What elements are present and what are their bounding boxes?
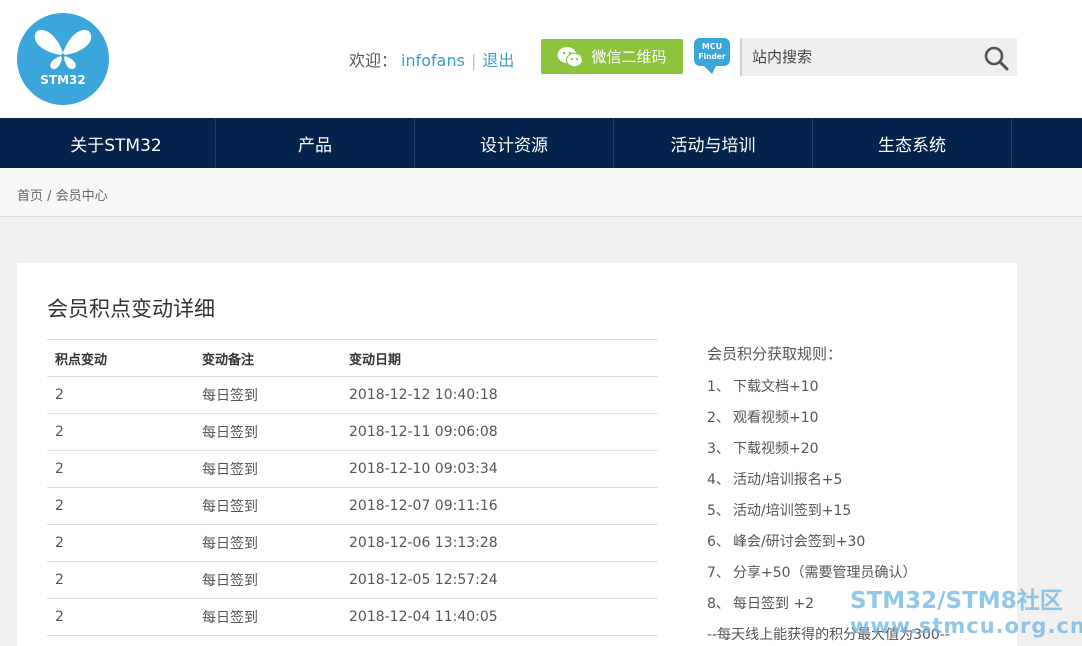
cell-note: 每日签到 (194, 598, 341, 636)
search-input[interactable] (752, 46, 972, 68)
table-row: 2 每日签到 2018-12-10 09:03:34 (47, 450, 658, 488)
wechat-button-label: 微信二维码 (591, 48, 667, 66)
stm32-logo[interactable]: STM32 (17, 13, 109, 105)
nav-item-design-resources[interactable]: 设计资源 (415, 118, 614, 168)
rule-item: 3、 下载视频+20 (707, 434, 950, 465)
table-row: 2 每日签到 2018-12-12 10:40:18 (47, 376, 658, 414)
points-table: 积点变动 变动备注 变动日期 2 每日签到 2018-12-12 10:40:1… (47, 339, 658, 636)
cell-points: 2 (47, 524, 194, 562)
cell-date: 2018-12-10 09:03:34 (341, 450, 658, 488)
separator: | (470, 51, 477, 70)
cell-date: 2018-12-04 11:40:05 (341, 598, 658, 636)
column-header-date: 变动日期 (341, 339, 658, 377)
cell-note: 每日签到 (194, 487, 341, 525)
rule-text: 活动/培训报名+5 (733, 472, 843, 488)
cell-points: 2 (47, 598, 194, 636)
rule-number: 4、 (707, 472, 730, 488)
cell-note: 每日签到 (194, 524, 341, 562)
rule-number: 5、 (707, 503, 730, 519)
wechat-icon (557, 46, 584, 67)
table-row: 2 每日签到 2018-12-05 12:57:24 (47, 561, 658, 599)
rule-item: 7、 分享+50（需要管理员确认） (707, 558, 950, 589)
logo-text: STM32 (40, 73, 86, 87)
rule-number: 3、 (707, 441, 730, 457)
search-box (740, 38, 1017, 76)
welcome-area: 欢迎： infofans | 退出 (349, 47, 514, 71)
mcu-finder-line2: Finder (698, 52, 725, 61)
cell-date: 2018-12-07 09:11:16 (341, 487, 658, 525)
column-header-points: 积点变动 (47, 339, 194, 377)
cell-points: 2 (47, 450, 194, 488)
rule-number: 8、 (707, 596, 730, 612)
cell-date: 2018-12-11 09:06:08 (341, 413, 658, 451)
cell-date: 2018-12-12 10:40:18 (341, 376, 658, 414)
table-row: 2 每日签到 2018-12-07 09:11:16 (47, 487, 658, 525)
mcu-finder-icon: MCU Finder (694, 38, 730, 74)
cell-date: 2018-12-05 12:57:24 (341, 561, 658, 599)
rule-text: 下载视频+20 (733, 441, 819, 457)
cell-date: 2018-12-06 13:13:28 (341, 524, 658, 562)
site-watermark: STM32/STM8社区 www.stmcu.org.cn (850, 588, 1082, 638)
rules-title: 会员积分获取规则： (707, 345, 843, 363)
username-link[interactable]: infofans (401, 51, 465, 70)
mcu-finder-link[interactable]: MCU Finder (694, 38, 730, 74)
rule-number: 2、 (707, 410, 730, 426)
welcome-label: 欢迎： (349, 51, 398, 70)
cell-note: 每日签到 (194, 450, 341, 488)
rule-number: 7、 (707, 565, 730, 581)
rule-number: 1、 (707, 379, 730, 395)
breadcrumb: 首页 / 会员中心 (17, 189, 108, 204)
nav-item-products[interactable]: 产品 (216, 118, 415, 168)
rule-item: 6、 峰会/研讨会签到+30 (707, 527, 950, 558)
watermark-line2: www.stmcu.org.cn (850, 614, 1082, 638)
nav-item-ecosystem[interactable]: 生态系统 (813, 118, 1012, 168)
rule-text: 分享+50（需要管理员确认） (733, 565, 917, 581)
table-header-row: 积点变动 变动备注 变动日期 (47, 339, 658, 377)
main-nav: 关于STM32 产品 设计资源 活动与培训 生态系统 (0, 118, 1082, 168)
column-header-note: 变动备注 (194, 339, 341, 377)
rule-item: 1、 下载文档+10 (707, 372, 950, 403)
cell-points: 2 (47, 376, 194, 414)
rule-text: 峰会/研讨会签到+30 (733, 534, 866, 550)
cell-points: 2 (47, 413, 194, 451)
cell-points: 2 (47, 561, 194, 599)
watermark-line1: STM32/STM8社区 (850, 588, 1063, 614)
cell-note: 每日签到 (194, 376, 341, 414)
rule-text: 下载文档+10 (733, 379, 819, 395)
breadcrumb-bar: 首页 / 会员中心 (0, 168, 1082, 217)
nav-item-events[interactable]: 活动与培训 (614, 118, 813, 168)
site-header: STM32 欢迎： infofans | 退出 微信二维码 MCU Finder (0, 0, 1082, 118)
cell-note: 每日签到 (194, 561, 341, 599)
table-row: 2 每日签到 2018-12-06 13:13:28 (47, 524, 658, 562)
page-title: 会员积点变动详细 (47, 297, 215, 321)
rule-number: 6、 (707, 534, 730, 550)
logout-link[interactable]: 退出 (482, 51, 514, 70)
rule-item: 5、 活动/培训签到+15 (707, 496, 950, 527)
table-row: 2 每日签到 2018-12-11 09:06:08 (47, 413, 658, 451)
cell-points: 2 (47, 487, 194, 525)
rule-text: 每日签到 +2 (733, 596, 815, 612)
mcu-finder-line1: MCU (702, 42, 722, 51)
table-row: 2 每日签到 2018-12-04 11:40:05 (47, 598, 658, 636)
search-icon[interactable] (983, 45, 1009, 71)
butterfly-icon (34, 29, 92, 70)
rule-text: 活动/培训签到+15 (733, 503, 852, 519)
cell-note: 每日签到 (194, 413, 341, 451)
rule-item: 2、 观看视频+10 (707, 403, 950, 434)
rule-item: 4、 活动/培训报名+5 (707, 465, 950, 496)
wechat-qr-button[interactable]: 微信二维码 (541, 39, 683, 74)
nav-item-about[interactable]: 关于STM32 (17, 118, 216, 168)
rule-text: 观看视频+10 (733, 410, 819, 426)
